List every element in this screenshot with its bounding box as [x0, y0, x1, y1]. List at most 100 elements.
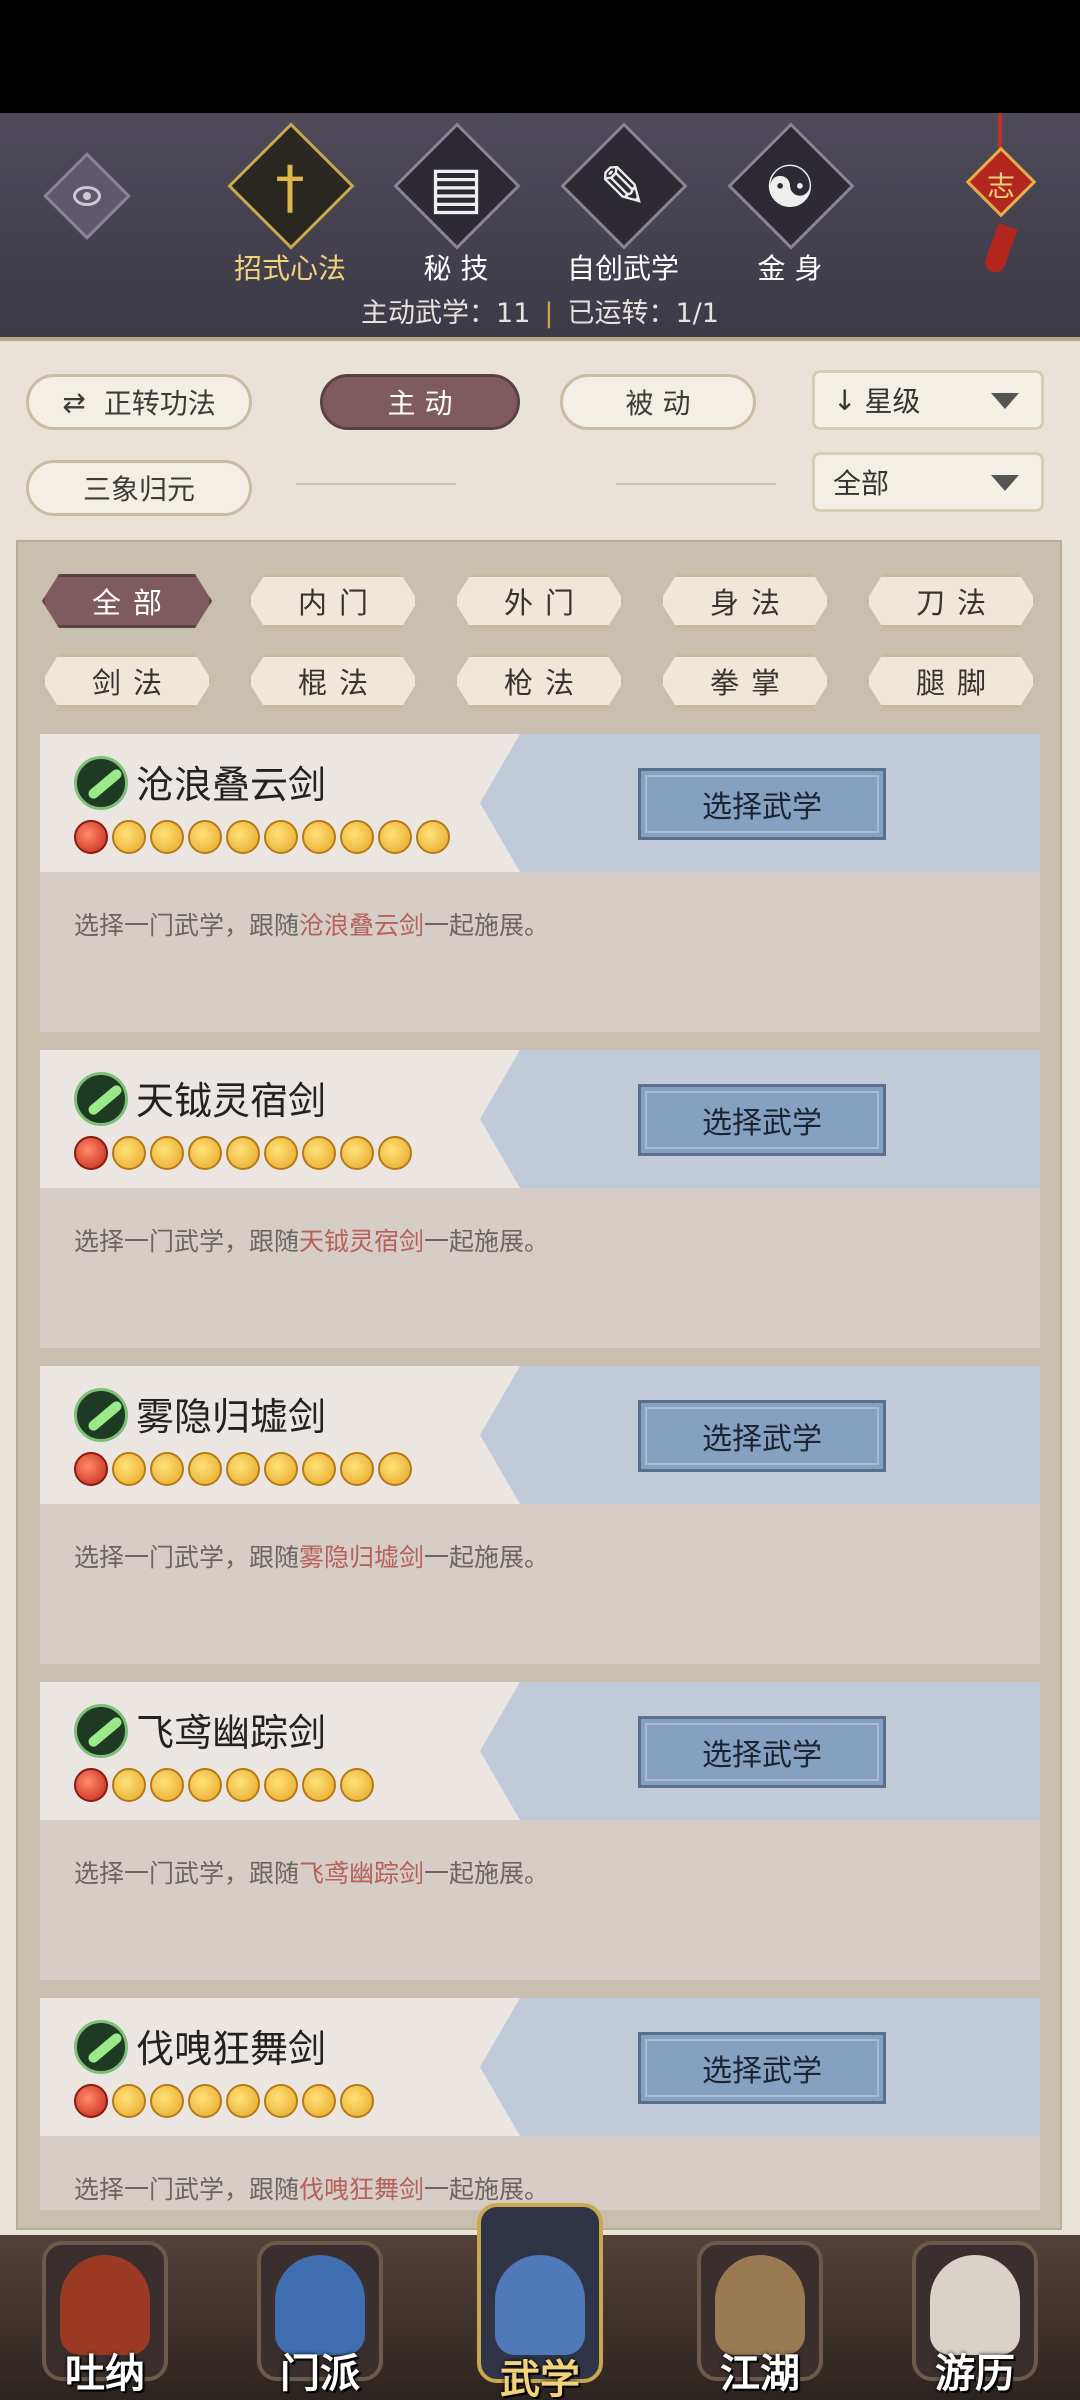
meditation-icon: ☯: [764, 153, 816, 221]
star-icon: [74, 820, 108, 854]
star-icon: [264, 1768, 298, 1802]
skill-card: 雾隐归墟剑 选择武学 选择一门武学，跟随雾隐归墟剑一起施展。: [40, 1366, 1040, 1664]
star-rating: [74, 820, 450, 854]
banner-icon: [275, 2255, 365, 2355]
star-icon: [340, 2084, 374, 2118]
desc-suffix: 一起施展。: [424, 1227, 550, 1256]
desc-skill-name: 天钺灵宿剑: [299, 1227, 425, 1256]
star-icon: [150, 1768, 184, 1802]
sanxiang-button[interactable]: 三象归元: [26, 460, 252, 516]
tab-self-created[interactable]: ✎ 自创武学: [553, 122, 693, 289]
tab-moves-methods[interactable]: † 招式心法: [220, 122, 360, 289]
active-skill-count: 主动武学：11: [361, 298, 531, 329]
tab-label: 自创武学: [566, 252, 679, 285]
category-inner[interactable]: 内门: [248, 574, 418, 628]
skill-name: 雾隐归墟剑: [136, 1395, 327, 1439]
skill-description: 选择一门武学，跟随沧浪叠云剑一起施展。: [74, 906, 549, 942]
knot-glyph: 志: [986, 170, 1015, 203]
desc-skill-name: 沧浪叠云剑: [299, 911, 425, 940]
book-icon: ▤: [428, 153, 484, 221]
divider-ornament: [296, 483, 456, 485]
knot-tassel: [982, 223, 1018, 275]
star-icon: [340, 1136, 374, 1170]
tab-golden-body[interactable]: ☯ 金 身: [720, 122, 860, 289]
star-icon: [226, 1768, 260, 1802]
running-count: 已运转：1/1: [567, 298, 719, 329]
skill-name: 沧浪叠云剑: [136, 763, 327, 807]
star-icon: [302, 1136, 336, 1170]
active-filter-button[interactable]: 主 动: [320, 374, 520, 430]
horse-icon: [930, 2255, 1020, 2355]
scroll-icon: ✎: [598, 153, 648, 221]
star-icon: [302, 2084, 336, 2118]
star-rating: [74, 2084, 374, 2118]
star-icon: [188, 1136, 222, 1170]
passive-filter-button[interactable]: 被 动: [560, 374, 756, 430]
nav-travel[interactable]: 游历: [900, 2235, 1050, 2400]
category-outer[interactable]: 外门: [454, 574, 624, 628]
tab-secret-skills[interactable]: ▤ 秘 技: [386, 122, 526, 289]
star-icon: [188, 2084, 222, 2118]
nav-label: 吐纳: [65, 2350, 145, 2397]
visibility-toggle-button[interactable]: [43, 152, 131, 240]
select-skill-button[interactable]: 选择武学: [638, 1084, 886, 1156]
down-arrow-icon: ↓: [833, 383, 857, 417]
select-skill-button[interactable]: 选择武学: [638, 1400, 886, 1472]
star-icon: [302, 1768, 336, 1802]
star-icon: [74, 1136, 108, 1170]
desc-prefix: 选择一门武学，跟随: [74, 1859, 300, 1888]
category-movement[interactable]: 身法: [660, 574, 830, 628]
star-icon: [226, 820, 260, 854]
category-spear[interactable]: 枪法: [454, 654, 624, 708]
skill-card: 飞鸢幽踪剑 选择武学 选择一门武学，跟随飞鸢幽踪剑一起施展。: [40, 1682, 1040, 1980]
category-sword[interactable]: 剑法: [42, 654, 212, 708]
skill-name: 天钺灵宿剑: [136, 1079, 327, 1123]
caret-down-icon: [991, 393, 1019, 409]
select-skill-button[interactable]: 选择武学: [638, 2032, 886, 2104]
forward-method-button[interactable]: ⇄ 正转功法: [26, 374, 252, 430]
star-icon: [112, 1136, 146, 1170]
skill-card: 伐㖂狂舞剑 选择武学 选择一门武学，跟随伐㖂狂舞剑一起施展。: [40, 1998, 1040, 2210]
desc-prefix: 选择一门武学，跟随: [74, 911, 300, 940]
star-icon: [150, 1452, 184, 1486]
nav-breathing[interactable]: 吐纳: [30, 2235, 180, 2400]
category-all[interactable]: 全部: [42, 574, 212, 628]
nav-label: 武学: [500, 2356, 580, 2400]
nav-jianghu[interactable]: 江湖: [685, 2235, 835, 2400]
sort-select[interactable]: ↓ 星级: [812, 370, 1044, 430]
star-icon: [226, 1136, 260, 1170]
chinese-knot-button[interactable]: 志: [960, 113, 1040, 275]
swap-arrows-icon: ⇄: [62, 385, 86, 419]
category-blade[interactable]: 刀法: [866, 574, 1036, 628]
star-icon: [226, 2084, 260, 2118]
stats-divider: |: [544, 298, 554, 329]
star-icon: [188, 1452, 222, 1486]
range-select[interactable]: 全部: [812, 452, 1044, 512]
skill-description: 选择一门武学，跟随雾隐归墟剑一起施展。: [74, 1538, 549, 1574]
skill-description: 选择一门武学，跟随飞鸢幽踪剑一起施展。: [74, 1854, 549, 1890]
skill-name: 飞鸢幽踪剑: [136, 1711, 327, 1755]
select-skill-button[interactable]: 选择武学: [638, 768, 886, 840]
category-fist[interactable]: 拳掌: [660, 654, 830, 708]
forward-method-label: 正转功法: [103, 387, 216, 420]
skill-card: 沧浪叠云剑 选择武学 选择一门武学，跟随沧浪叠云剑一起施展。: [40, 734, 1040, 1032]
nav-sect[interactable]: 门派: [245, 2235, 395, 2400]
star-icon: [74, 2084, 108, 2118]
category-staff[interactable]: 棍法: [248, 654, 418, 708]
desc-skill-name: 伐㖂狂舞剑: [299, 2175, 425, 2204]
star-icon: [340, 1452, 374, 1486]
nav-martial-arts[interactable]: 武学: [465, 2203, 615, 2400]
desc-suffix: 一起施展。: [424, 1859, 550, 1888]
star-icon: [264, 1136, 298, 1170]
select-skill-button[interactable]: 选择武学: [638, 1716, 886, 1788]
star-icon: [302, 1452, 336, 1486]
passive-filter-label: 被 动: [625, 387, 691, 420]
category-leg[interactable]: 腿脚: [866, 654, 1036, 708]
star-icon: [226, 1452, 260, 1486]
manual-icon: [495, 2255, 585, 2355]
status-bar: [0, 0, 1080, 113]
sword-skill-icon: [74, 2020, 128, 2074]
star-rating: [74, 1768, 374, 1802]
divider-ornament: [616, 483, 776, 485]
desc-suffix: 一起施展。: [424, 911, 550, 940]
